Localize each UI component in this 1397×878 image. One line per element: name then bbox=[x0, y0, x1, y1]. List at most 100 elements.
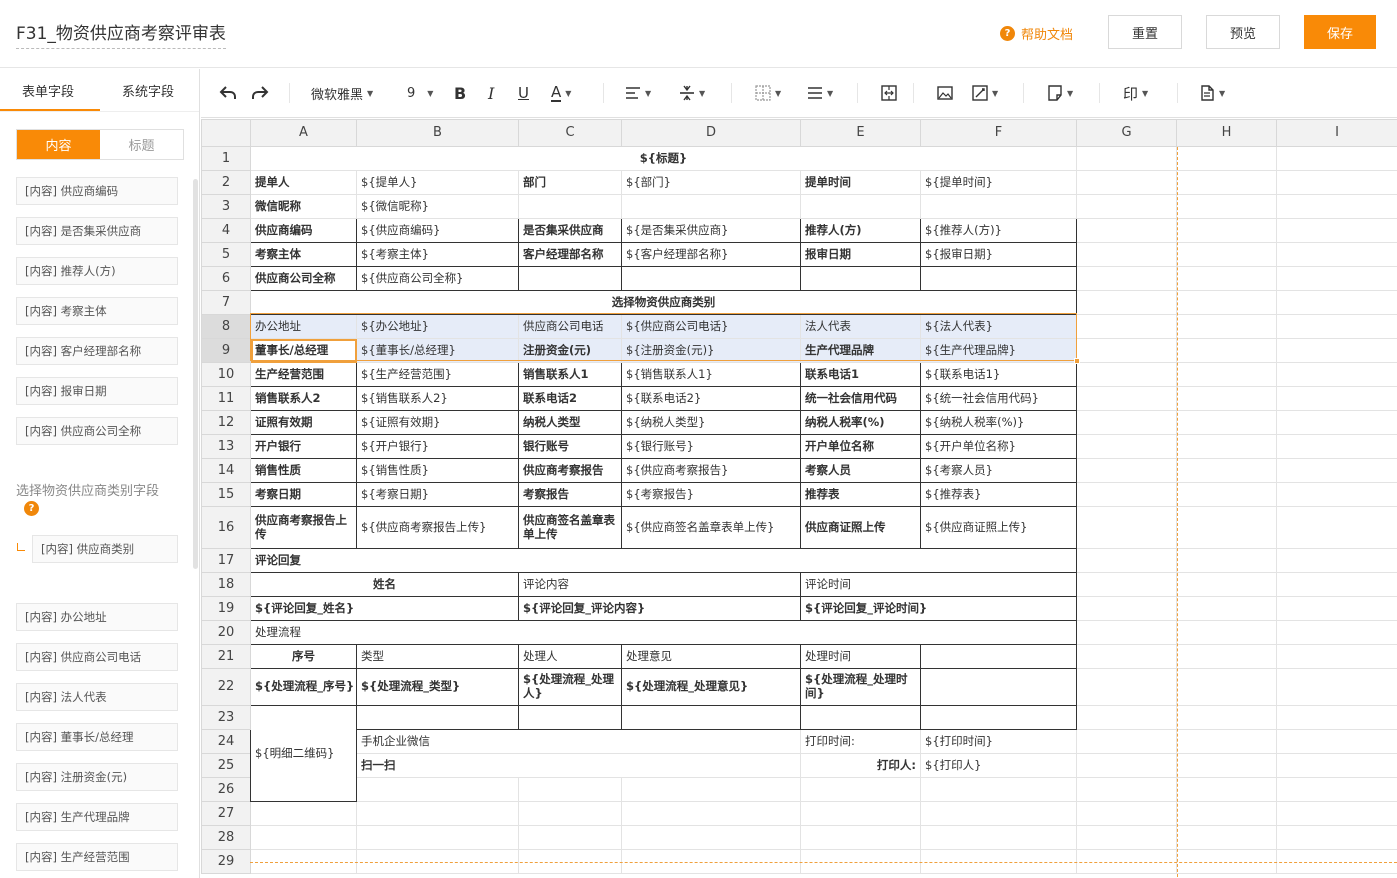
cell[interactable] bbox=[1176, 753, 1277, 778]
cell[interactable] bbox=[621, 801, 801, 826]
cell[interactable] bbox=[920, 801, 1077, 826]
cell[interactable] bbox=[1276, 458, 1397, 483]
cell[interactable] bbox=[1076, 146, 1177, 171]
cell[interactable] bbox=[1076, 386, 1177, 411]
cell[interactable] bbox=[250, 849, 357, 874]
cell[interactable] bbox=[1176, 777, 1277, 802]
field-item[interactable]: [内容] 法人代表 bbox=[16, 683, 178, 711]
cell[interactable] bbox=[1176, 458, 1277, 483]
cell[interactable]: 统一社会信用代码 bbox=[800, 386, 921, 411]
cell[interactable] bbox=[800, 825, 921, 850]
field-item[interactable]: [内容] 报审日期 bbox=[16, 377, 178, 405]
cell[interactable] bbox=[621, 705, 801, 730]
cell[interactable] bbox=[1176, 338, 1277, 363]
italic-button[interactable]: I bbox=[488, 81, 494, 105]
undo-button[interactable] bbox=[219, 81, 237, 105]
note-button[interactable]: ▼ bbox=[1047, 81, 1073, 105]
segment-title[interactable]: 标题 bbox=[100, 130, 183, 159]
cell[interactable]: 客户经理部名称 bbox=[518, 242, 622, 267]
cell[interactable]: ${是否集采供应商} bbox=[621, 218, 801, 243]
cell[interactable] bbox=[1176, 170, 1277, 195]
cell[interactable] bbox=[621, 194, 801, 219]
cell[interactable] bbox=[1276, 146, 1397, 171]
field-item[interactable]: [内容] 办公地址 bbox=[16, 603, 178, 631]
cell[interactable]: 银行账号 bbox=[518, 434, 622, 459]
cell[interactable]: ${注册资金(元)} bbox=[621, 338, 801, 363]
cell[interactable] bbox=[1076, 458, 1177, 483]
field-item[interactable]: [内容] 供应商编码 bbox=[16, 177, 178, 205]
cell[interactable]: ${微信昵称} bbox=[356, 194, 519, 219]
cell[interactable]: 评论内容 bbox=[518, 572, 801, 597]
field-item[interactable]: [内容] 注册资金(元) bbox=[16, 763, 178, 791]
cell[interactable] bbox=[1176, 218, 1277, 243]
cell[interactable] bbox=[800, 777, 921, 802]
cell[interactable] bbox=[1176, 668, 1277, 706]
row-header[interactable]: 10 bbox=[201, 362, 251, 387]
cell[interactable]: 注册资金(元) bbox=[518, 338, 622, 363]
cell[interactable] bbox=[518, 801, 622, 826]
cell[interactable]: ${处理流程_类型} bbox=[356, 668, 519, 706]
cell[interactable]: ${供应商考察报告上传} bbox=[356, 506, 519, 549]
cell[interactable]: ${打印人} bbox=[920, 753, 1077, 778]
cell[interactable] bbox=[250, 825, 357, 850]
cell[interactable]: ${供应商编码} bbox=[356, 218, 519, 243]
cell[interactable]: 销售性质 bbox=[250, 458, 357, 483]
cell[interactable]: 打印人: bbox=[800, 753, 921, 778]
cell[interactable] bbox=[800, 194, 921, 219]
cell[interactable]: ${部门} bbox=[621, 170, 801, 195]
cell[interactable]: 考察人员 bbox=[800, 458, 921, 483]
cell[interactable] bbox=[920, 705, 1077, 730]
font-color-button[interactable]: A ▼ bbox=[551, 81, 571, 105]
cell[interactable]: ${处理流程_处理时间} bbox=[800, 668, 921, 706]
row-header[interactable]: 6 bbox=[201, 266, 251, 291]
cell[interactable] bbox=[1276, 218, 1397, 243]
cell-section-title[interactable]: 处理流程 bbox=[250, 620, 1077, 645]
cell[interactable] bbox=[1276, 410, 1397, 435]
row-header[interactable]: 17 bbox=[201, 548, 251, 573]
cell[interactable] bbox=[1076, 548, 1177, 573]
cell[interactable] bbox=[1276, 386, 1397, 411]
field-item[interactable]: [内容] 推荐人(方) bbox=[16, 257, 178, 285]
cell[interactable] bbox=[356, 777, 519, 802]
cell[interactable]: 供应商考察报告上传 bbox=[250, 506, 357, 549]
cell[interactable]: ${考察人员} bbox=[920, 458, 1077, 483]
cell[interactable] bbox=[250, 801, 357, 826]
cell[interactable] bbox=[1276, 482, 1397, 507]
active-cell[interactable]: 董事长/总经理 bbox=[250, 338, 357, 363]
cell[interactable] bbox=[1176, 362, 1277, 387]
row-header[interactable]: 19 bbox=[201, 596, 251, 621]
cell[interactable] bbox=[1176, 729, 1277, 754]
cell[interactable] bbox=[1276, 644, 1397, 669]
cell[interactable] bbox=[1076, 290, 1177, 315]
cell[interactable] bbox=[1176, 620, 1277, 645]
cell[interactable] bbox=[1276, 338, 1397, 363]
cell[interactable] bbox=[1076, 753, 1177, 778]
cell[interactable]: 证照有效期 bbox=[250, 410, 357, 435]
cell[interactable] bbox=[1176, 506, 1277, 549]
reset-button[interactable]: 重置 bbox=[1108, 15, 1182, 49]
row-header[interactable]: 4 bbox=[201, 218, 251, 243]
cell[interactable] bbox=[800, 801, 921, 826]
cell[interactable]: 推荐表 bbox=[800, 482, 921, 507]
cell[interactable]: 是否集采供应商 bbox=[518, 218, 622, 243]
cell[interactable]: 处理意见 bbox=[621, 644, 801, 669]
cell[interactable]: ${纳税人类型} bbox=[621, 410, 801, 435]
cell[interactable] bbox=[1176, 386, 1277, 411]
cell[interactable]: 提单人 bbox=[250, 170, 357, 195]
cell[interactable]: 纳税人类型 bbox=[518, 410, 622, 435]
cell[interactable]: 联系电话2 bbox=[518, 386, 622, 411]
cell[interactable]: 打印时间: bbox=[800, 729, 921, 754]
cell[interactable]: ${推荐表} bbox=[920, 482, 1077, 507]
row-header[interactable]: 5 bbox=[201, 242, 251, 267]
cell[interactable]: 供应商签名盖章表单上传 bbox=[518, 506, 622, 549]
cell[interactable] bbox=[1076, 825, 1177, 850]
row-header[interactable]: 7 bbox=[201, 290, 251, 315]
cell[interactable]: ${联系电话2} bbox=[621, 386, 801, 411]
cell[interactable] bbox=[920, 849, 1077, 874]
segment-content[interactable]: 内容 bbox=[17, 130, 100, 159]
row-header[interactable]: 8 bbox=[201, 314, 251, 339]
cell[interactable]: ${纳税人税率(%)} bbox=[920, 410, 1077, 435]
cell[interactable] bbox=[1076, 266, 1177, 291]
cell[interactable] bbox=[920, 668, 1077, 706]
cell[interactable] bbox=[1176, 194, 1277, 219]
